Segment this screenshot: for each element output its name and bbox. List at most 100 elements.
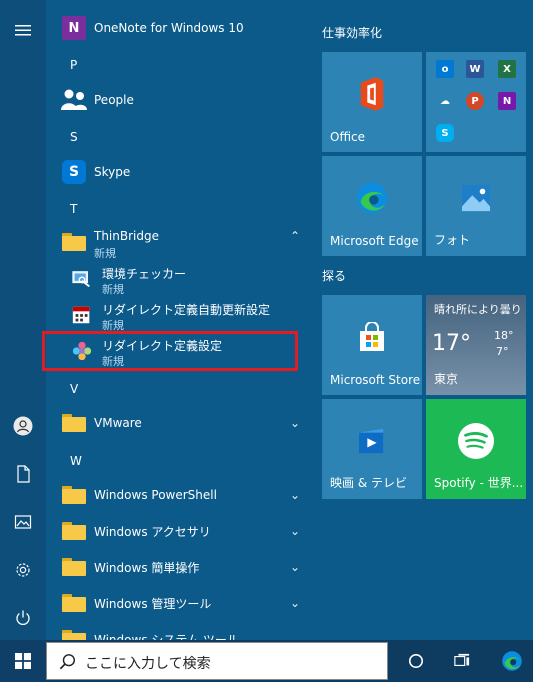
chevron-down-icon: ⌄ xyxy=(289,524,300,538)
chevron-down-icon: ⌄ xyxy=(289,632,300,640)
power-button[interactable] xyxy=(0,596,46,640)
folder-icon xyxy=(60,517,88,545)
tile-microsoft-store[interactable]: Microsoft Store xyxy=(322,295,422,395)
tile-office-apps-folder[interactable]: o W X ☁ P N S xyxy=(426,52,526,152)
app-skype[interactable]: S Skype xyxy=(46,156,310,188)
folder-windows-powershell[interactable]: Windows PowerShell ⌄ xyxy=(46,478,310,512)
app-label: Windows 簡単操作 xyxy=(94,560,200,575)
letter-header-s[interactable]: S xyxy=(70,130,78,144)
app-label: OneNote for Windows 10 xyxy=(94,21,244,35)
folder-icon xyxy=(60,625,88,640)
hamburger-icon xyxy=(15,25,31,36)
folder-windows-accessories[interactable]: Windows アクセサリ ⌄ xyxy=(46,514,310,548)
tile-label: Spotify - 世界... xyxy=(434,476,524,490)
new-badge: 新規 xyxy=(94,247,116,260)
search-icon xyxy=(59,654,76,670)
user-avatar-icon xyxy=(13,416,33,436)
app-label: Skype xyxy=(94,165,131,179)
folder-windows-ease-of-access[interactable]: Windows 簡単操作 ⌄ xyxy=(46,550,310,584)
picture-icon xyxy=(14,515,32,529)
chevron-down-icon: ⌄ xyxy=(289,560,300,574)
app-redirect-auto-update[interactable]: リダイレクト定義自動更新設定 新規 xyxy=(46,298,310,332)
folder-icon xyxy=(60,228,88,256)
power-icon xyxy=(16,610,30,625)
folder-icon xyxy=(60,589,88,617)
app-list: N OneNote for Windows 10 P People S S Sk… xyxy=(46,0,310,640)
excel-icon: X xyxy=(498,60,516,78)
app-label: Windows システム ツール xyxy=(94,632,239,641)
calendar-icon xyxy=(68,301,96,329)
chevron-down-icon: ⌄ xyxy=(289,488,300,502)
cortana-circle-icon xyxy=(408,653,424,669)
app-label: ThinBridge xyxy=(94,229,159,243)
app-label: Windows アクセサリ xyxy=(94,524,211,539)
weather-high: 18° xyxy=(494,329,514,342)
letter-header-w[interactable]: W xyxy=(70,454,82,468)
folder-windows-system-tools[interactable]: Windows システム ツール ⌄ xyxy=(46,622,310,640)
tile-weather[interactable]: 晴れ所により曇り 17° 18° 7° 東京 xyxy=(426,295,526,395)
tile-microsoft-edge[interactable]: Microsoft Edge xyxy=(322,156,422,256)
app-label: 環境チェッカー xyxy=(102,267,187,281)
app-label: Windows 管理ツール xyxy=(94,596,212,611)
tile-label: フォト xyxy=(434,233,471,247)
task-view-icon xyxy=(454,653,470,667)
chevron-up-icon: ⌃ xyxy=(289,229,300,243)
app-label: リダイレクト定義自動更新設定 xyxy=(102,303,271,317)
weather-condition: 晴れ所により曇り xyxy=(434,303,522,316)
search-placeholder: ここに入力して検索 xyxy=(85,656,211,672)
onenote-mini-icon: N xyxy=(498,92,516,110)
app-label: VMware xyxy=(94,416,142,430)
tile-movies-tv[interactable]: 映画 & テレビ xyxy=(322,399,422,499)
folder-thinbridge[interactable]: ThinBridge 新規 ⌃ xyxy=(46,226,310,260)
env-checker-icon xyxy=(68,265,96,293)
search-box[interactable]: ここに入力して検索 xyxy=(46,642,388,680)
weather-temperature: 17° xyxy=(432,331,471,356)
start-button[interactable] xyxy=(0,640,46,682)
tile-label: 映画 & テレビ xyxy=(330,476,407,490)
app-env-checker[interactable]: 環境チェッカー 新規 xyxy=(46,262,310,296)
group-title-productivity[interactable]: 仕事効率化 xyxy=(322,24,382,41)
tile-photos[interactable]: フォト xyxy=(426,156,526,256)
hamburger-menu-button[interactable] xyxy=(0,8,46,52)
app-label: People xyxy=(94,93,134,107)
skype-mini-icon: S xyxy=(436,124,454,142)
tiles-area: 仕事効率化 Office o W X ☁ P N S Microsoft Edg… xyxy=(310,0,533,640)
letter-header-v[interactable]: V xyxy=(70,382,78,396)
chevron-down-icon: ⌄ xyxy=(289,596,300,610)
group-title-explore[interactable]: 探る xyxy=(322,267,346,284)
tile-office[interactable]: Office xyxy=(322,52,422,152)
pictures-button[interactable] xyxy=(0,500,46,544)
powerpoint-icon: P xyxy=(466,92,484,110)
skype-icon: S xyxy=(60,158,88,186)
start-left-rail xyxy=(0,0,46,640)
document-icon xyxy=(17,465,30,483)
onenote-icon: N xyxy=(60,14,88,42)
documents-button[interactable] xyxy=(0,452,46,496)
tile-spotify[interactable]: Spotify - 世界... xyxy=(426,399,526,499)
word-icon: W xyxy=(466,60,484,78)
folder-icon xyxy=(60,409,88,437)
folder-vmware[interactable]: VMware ⌄ xyxy=(46,406,310,440)
folder-icon xyxy=(60,481,88,509)
chevron-down-icon: ⌄ xyxy=(289,416,300,430)
outlook-icon: o xyxy=(436,60,454,78)
app-onenote[interactable]: N OneNote for Windows 10 xyxy=(46,12,310,44)
edge-icon xyxy=(502,651,522,671)
tile-label: Microsoft Edge xyxy=(330,234,419,248)
taskbar-edge-button[interactable] xyxy=(492,640,532,682)
highlight-box xyxy=(42,331,298,371)
onedrive-icon: ☁ xyxy=(440,95,450,107)
tile-label: Microsoft Store xyxy=(330,373,421,387)
cortana-button[interactable] xyxy=(396,640,436,682)
app-people[interactable]: People xyxy=(46,84,310,116)
weather-low: 7° xyxy=(496,345,509,358)
people-icon xyxy=(60,86,88,114)
settings-button[interactable] xyxy=(0,548,46,592)
user-account-button[interactable] xyxy=(0,404,46,448)
folder-windows-admin-tools[interactable]: Windows 管理ツール ⌄ xyxy=(46,586,310,620)
new-badge: 新規 xyxy=(102,283,124,296)
task-view-button[interactable] xyxy=(442,640,482,682)
weather-city: 東京 xyxy=(434,372,459,386)
letter-header-t[interactable]: T xyxy=(70,202,77,216)
letter-header-p[interactable]: P xyxy=(70,58,77,72)
